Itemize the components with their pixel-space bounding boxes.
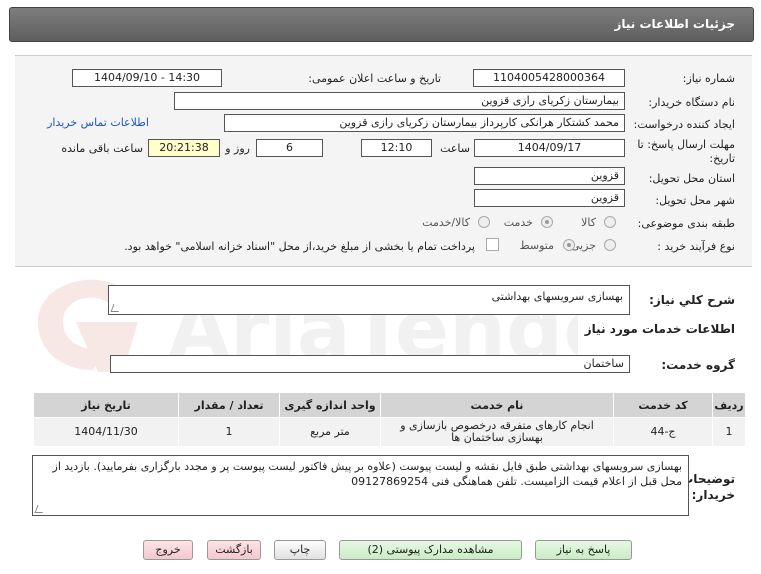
city-field[interactable]: قزوین [474, 189, 625, 207]
reply-button[interactable]: پاسخ به نیاز [535, 540, 632, 560]
col-qty: تعداد / مقدار [178, 392, 280, 418]
category-option-goods: کالا [581, 216, 596, 229]
col-date: تاریخ نیاز [33, 392, 179, 418]
contact-info-link[interactable]: اطلاعات تماس خریدار [47, 116, 149, 129]
cell-row: 1 [712, 417, 746, 447]
need-number-field[interactable]: 1104005428000364 [473, 69, 625, 87]
treasury-payment-checkbox[interactable] [486, 238, 499, 251]
announce-label: تاریخ و ساعت اعلان عمومی: [308, 72, 441, 85]
buyer-org-label: نام دستگاه خریدار: [648, 96, 735, 109]
col-code: کد خدمت [613, 392, 713, 418]
general-desc-field[interactable]: بهسازی سرویسهای بهداشتی [108, 285, 630, 315]
remaining-time-field[interactable]: 20:21:38 [148, 139, 220, 157]
announce-date-field[interactable]: 1404/09/10 - 14:30 [72, 69, 222, 87]
category-option-service: خدمت [503, 216, 533, 229]
deadline-date-field[interactable]: 1404/09/17 [474, 139, 625, 157]
days-label: روز و [225, 142, 250, 155]
view-attachments-button[interactable]: مشاهده مدارک پیوستی (2) [339, 540, 522, 560]
province-field[interactable]: قزوین [474, 167, 625, 185]
services-section-title: اطلاعات خدمات مورد نیاز [584, 322, 735, 336]
cell-code: ج-44 [613, 417, 713, 447]
deadline-label-2: تاریخ: [709, 152, 735, 165]
treasury-payment-note: پرداخت تمام یا بخشی از مبلغ خرید،از محل … [124, 240, 475, 253]
table-header-row: ردیف کد خدمت نام خدمت واحد اندازه گیری ت… [33, 392, 746, 418]
table-row[interactable]: 1 ج-44 انجام کارهای متفرقه درخصوص بازساز… [33, 417, 746, 447]
col-row: ردیف [712, 392, 746, 418]
process-radio-minor[interactable] [604, 239, 616, 251]
deadline-time-field[interactable]: 12:10 [361, 139, 432, 157]
buyer-notes-field[interactable]: بهسازی سرویسهای بهداشتی طبق فایل نقشه و … [32, 455, 689, 516]
resize-handle-icon[interactable] [34, 505, 46, 513]
buyer-notes-label-2: خریدار: [691, 488, 735, 502]
deadline-label: مهلت ارسال پاسخ: تا [637, 138, 735, 151]
category-radio-goods-service[interactable] [478, 216, 490, 228]
category-radio-service[interactable] [541, 216, 553, 228]
remaining-time-label: ساعت باقی مانده [61, 142, 143, 155]
buyer-notes-text: بهسازی سرویسهای بهداشتی طبق فایل نقشه و … [52, 460, 682, 488]
col-name: نام خدمت [380, 392, 614, 418]
back-button[interactable]: بازگشت [207, 540, 261, 560]
buyer-notes-label: توضیحات [681, 472, 735, 486]
resize-handle-icon[interactable] [110, 304, 122, 312]
service-group-label: گروه خدمت: [661, 358, 735, 372]
service-group-field[interactable]: ساختمان [110, 355, 630, 373]
services-table: ردیف کد خدمت نام خدمت واحد اندازه گیری ت… [33, 392, 746, 447]
need-number-label: شماره نیاز: [682, 72, 735, 85]
creator-label: ایجاد کننده درخواست: [633, 118, 735, 131]
process-option-medium: متوسط [519, 239, 554, 252]
category-option-goods-service: کالا/خدمت [422, 216, 470, 229]
cell-date: 1404/11/30 [33, 417, 179, 447]
province-label: استان محل تحویل: [648, 172, 735, 185]
buyer-org-field[interactable]: بیمارستان زکریای رازی قزوین [174, 92, 625, 110]
col-unit: واحد اندازه گیری [279, 392, 381, 418]
category-radio-goods[interactable] [604, 216, 616, 228]
cell-name: انجام کارهای متفرقه درخصوص بازسازی و بهس… [380, 417, 614, 447]
process-label: نوع فرآیند خرید : [657, 240, 735, 253]
cell-qty: 1 [178, 417, 280, 447]
page-header: جزئیات اطلاعات نیاز [9, 7, 754, 42]
page-title: جزئیات اطلاعات نیاز [614, 17, 735, 31]
exit-button[interactable]: خروج [143, 540, 193, 560]
days-remaining-field[interactable]: 6 [256, 139, 323, 157]
deadline-time-label: ساعت [440, 142, 470, 155]
process-radio-medium[interactable] [563, 239, 575, 251]
print-button[interactable]: چاپ [274, 540, 326, 560]
cell-unit: متر مربع [279, 417, 381, 447]
general-desc-text: بهسازی سرویسهای بهداشتی [491, 290, 623, 303]
city-label: شهر محل تحویل: [655, 194, 735, 207]
creator-field[interactable]: محمد کشتکار هرانکی کارپرداز بیمارستان زک… [224, 114, 625, 132]
category-label: طبقه بندی موضوعی: [637, 217, 735, 230]
general-desc-label: شرح کلي نیاز: [649, 293, 735, 307]
